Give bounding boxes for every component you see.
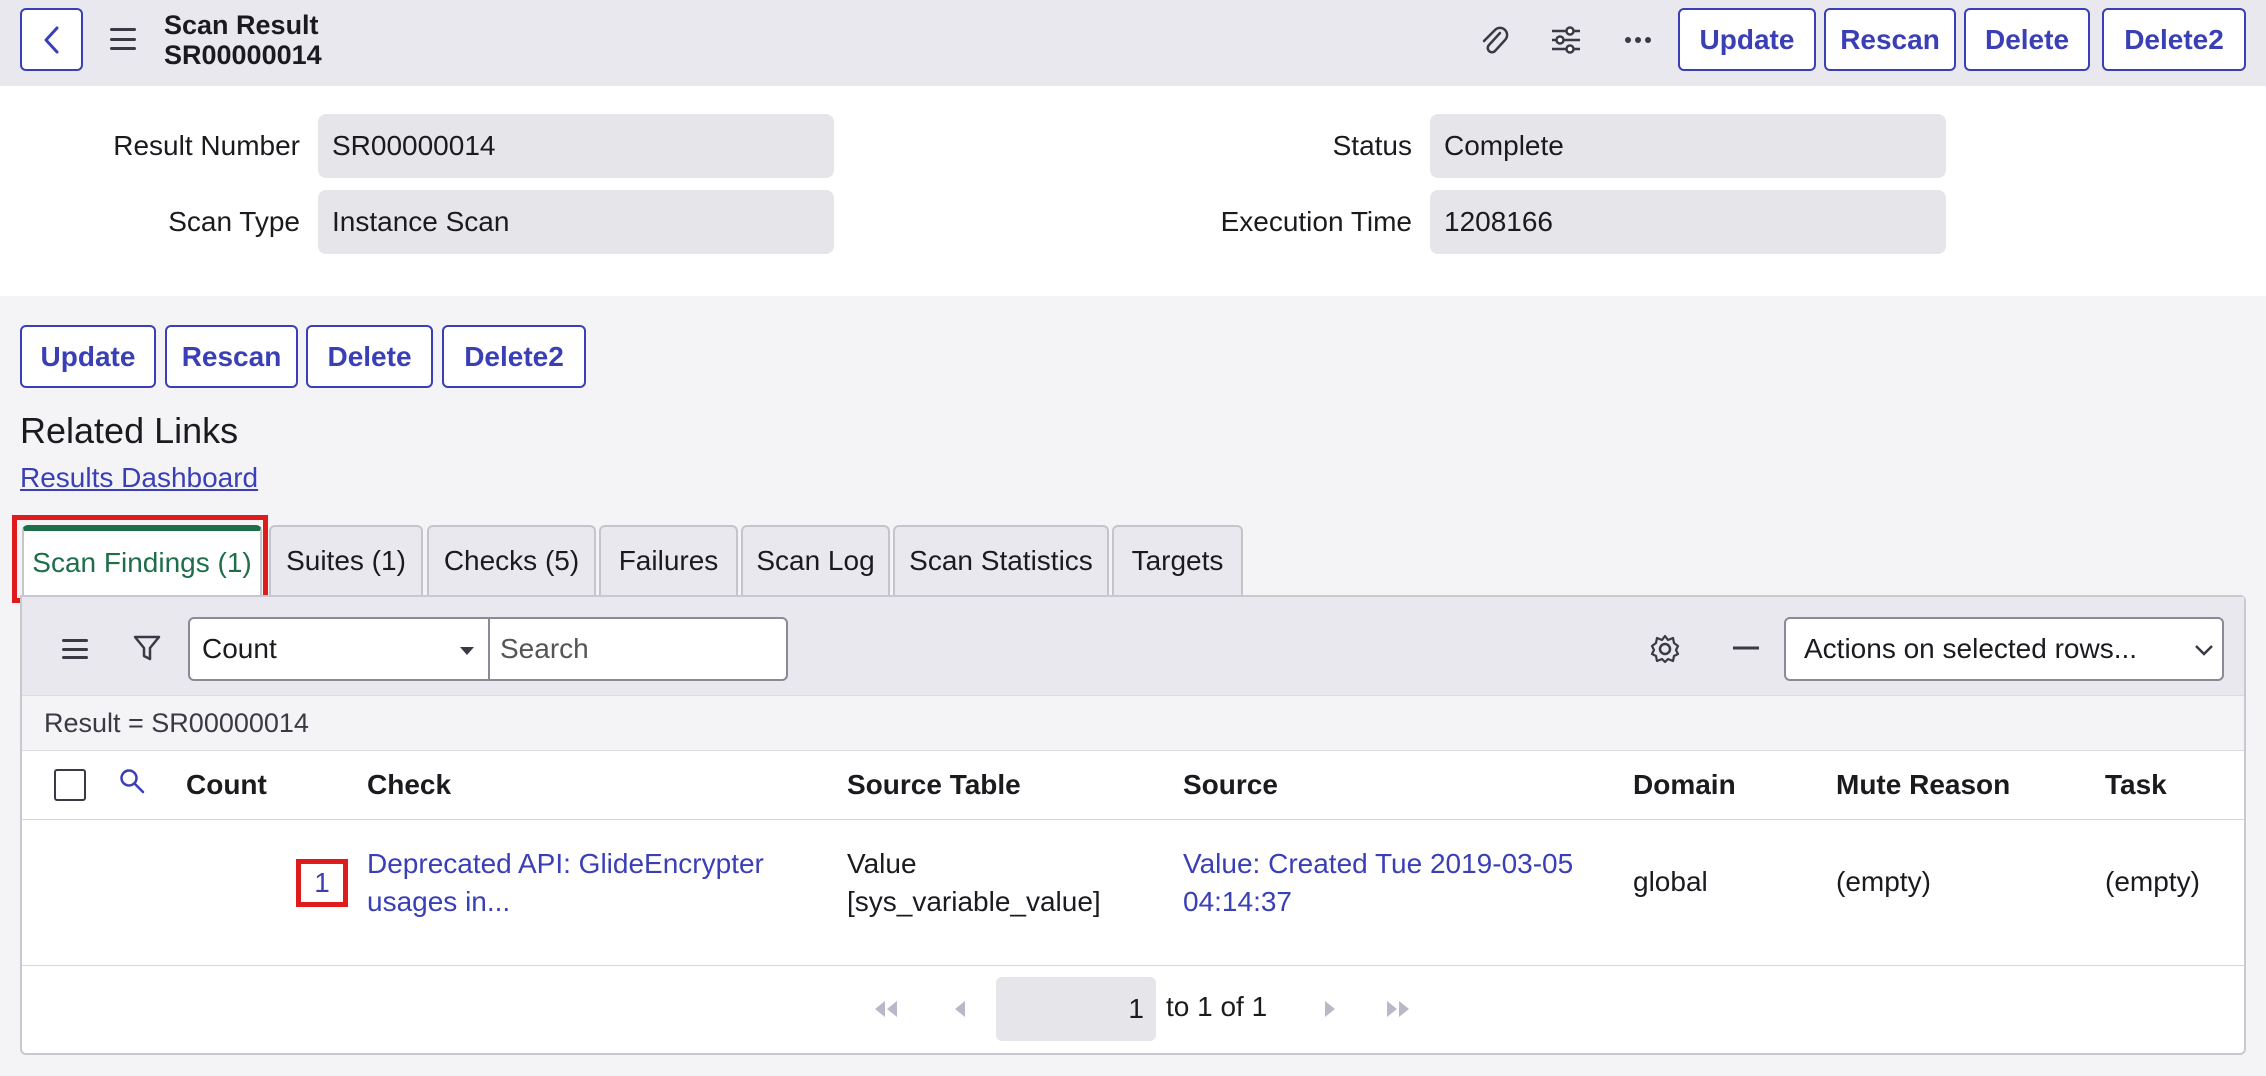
previous-page-icon[interactable] — [942, 993, 978, 1025]
tab-scan-log[interactable]: Scan Log — [741, 525, 890, 595]
page-title-line1: Scan Result — [164, 10, 319, 40]
first-page-icon[interactable] — [868, 993, 904, 1025]
delete2-button[interactable]: Delete2 — [442, 325, 586, 388]
result-number-field[interactable]: SR00000014 — [318, 114, 834, 178]
page-title: Scan Result SR00000014 — [164, 10, 322, 70]
tab-targets[interactable]: Targets — [1112, 525, 1243, 595]
task-cell: (empty) — [2105, 866, 2200, 897]
source-table-line1: Value — [847, 848, 917, 879]
execution-time-field[interactable]: 1208166 — [1430, 190, 1946, 254]
next-page-icon[interactable] — [1312, 993, 1348, 1025]
filter-icon[interactable] — [132, 633, 162, 663]
page-range-text: to 1 of 1 — [1166, 991, 1268, 1022]
header-delete-button[interactable]: Delete — [1964, 8, 2090, 71]
delete-button[interactable]: Delete — [306, 325, 433, 388]
scan-findings-list: Count Actions on selected rows... Result… — [20, 595, 2246, 1055]
column-header-domain[interactable]: Domain — [1633, 769, 1736, 801]
pagination: 1 to 1 of 1 — [22, 977, 2244, 1041]
collapse-icon[interactable] — [1732, 645, 1760, 651]
menu-icon[interactable] — [110, 28, 136, 50]
related-links-title: Related Links — [20, 410, 239, 451]
column-header-mute-reason[interactable]: Mute Reason — [1836, 769, 2010, 801]
source-line1: Value: Created Tue 2019-03-05 — [1183, 848, 1574, 879]
header-update-button[interactable]: Update — [1678, 8, 1816, 71]
tab-failures[interactable]: Failures — [599, 525, 738, 595]
count-link[interactable]: 1 — [296, 859, 348, 907]
last-page-icon[interactable] — [1380, 993, 1416, 1025]
tab-checks[interactable]: Checks (5) — [427, 525, 596, 595]
header-divider — [22, 819, 2244, 820]
rescan-button[interactable]: Rescan — [165, 325, 298, 388]
result-number-label: Result Number — [113, 130, 300, 161]
page-number-input[interactable]: 1 — [996, 977, 1156, 1041]
column-header-check[interactable]: Check — [367, 769, 451, 801]
more-icon[interactable] — [1618, 20, 1658, 60]
source-table-line2: [sys_variable_value] — [847, 886, 1101, 917]
source-line2: 04:14:37 — [1183, 886, 1292, 917]
tab-scan-statistics[interactable]: Scan Statistics — [893, 525, 1109, 595]
source-table-cell: Value [sys_variable_value] — [847, 845, 1101, 921]
paperclip-icon[interactable] — [1474, 20, 1514, 60]
status-field[interactable]: Complete — [1430, 114, 1946, 178]
tab-suites[interactable]: Suites (1) — [269, 525, 423, 595]
check-line2: usages in... — [367, 886, 511, 917]
update-button[interactable]: Update — [20, 325, 156, 388]
form-header: Scan Result SR00000014 Update Rescan Del… — [0, 0, 2266, 86]
results-dashboard-link[interactable]: Results Dashboard — [20, 462, 258, 494]
actions-select-value: Actions on selected rows... — [1804, 633, 2138, 664]
execution-time-label: Execution Time — [1220, 206, 1412, 237]
tab-highlight-box — [12, 515, 268, 603]
select-all-checkbox[interactable] — [54, 769, 86, 801]
column-header-source-table[interactable]: Source Table — [847, 769, 1021, 801]
domain-cell: global — [1633, 866, 1708, 897]
row-divider — [22, 965, 2244, 966]
source-link[interactable]: Value: Created Tue 2019-03-05 04:14:37 — [1183, 845, 1573, 921]
search-icon[interactable] — [118, 767, 146, 795]
scan-type-field[interactable]: Instance Scan — [318, 190, 834, 254]
column-header-count[interactable]: Count — [186, 769, 267, 801]
chevron-down-icon — [460, 647, 474, 655]
settings-sliders-icon[interactable] — [1546, 20, 1586, 60]
search-field-select[interactable]: Count — [188, 617, 490, 681]
list-toolbar: Count Actions on selected rows... — [22, 597, 2244, 695]
list-menu-icon[interactable] — [62, 639, 88, 659]
gear-icon[interactable] — [1649, 633, 1681, 665]
column-header-task[interactable]: Task — [2105, 769, 2167, 801]
chevron-down-icon — [2195, 645, 2213, 656]
header-delete2-button[interactable]: Delete2 — [2102, 8, 2246, 71]
page-title-line2: SR00000014 — [164, 40, 322, 70]
mute-reason-cell: (empty) — [1836, 866, 1931, 897]
back-icon — [44, 26, 58, 53]
column-header-source[interactable]: Source — [1183, 769, 1278, 801]
search-input[interactable] — [488, 617, 788, 681]
scan-type-label: Scan Type — [168, 206, 300, 237]
record-form: Result Number SR00000014 Scan Type Insta… — [0, 86, 2266, 296]
back-button[interactable] — [20, 8, 83, 71]
status-label: Status — [1332, 130, 1412, 161]
check-link[interactable]: Deprecated API: GlideEncrypter usages in… — [367, 845, 764, 921]
header-rescan-button[interactable]: Rescan — [1824, 8, 1956, 71]
search-field-value: Count — [202, 633, 277, 664]
actions-select[interactable]: Actions on selected rows... — [1784, 617, 2224, 681]
filter-breadcrumb[interactable]: Result = SR00000014 — [22, 695, 2244, 751]
check-line1: Deprecated API: GlideEncrypter — [367, 848, 764, 879]
